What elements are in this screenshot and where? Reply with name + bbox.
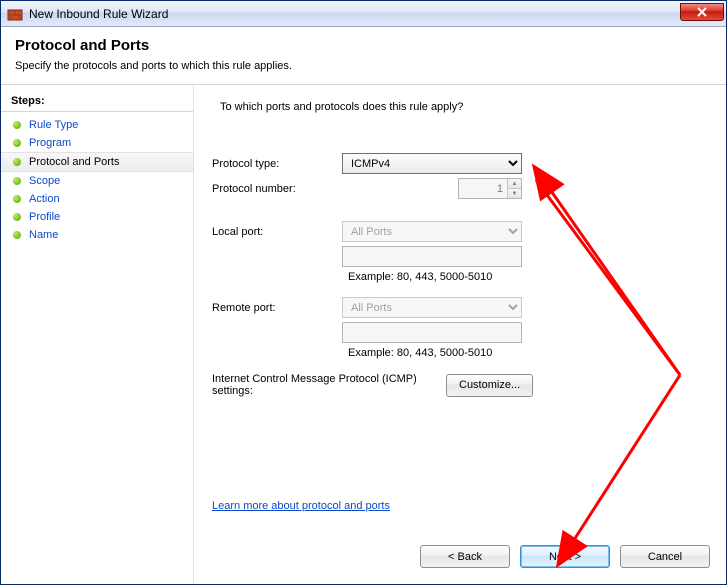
wizard-window: New Inbound Rule Wizard Protocol and Por…	[0, 0, 727, 585]
cancel-button[interactable]: Cancel	[620, 545, 710, 568]
step-bullet-icon	[13, 213, 21, 221]
local-port-select: All Ports	[342, 221, 522, 242]
sidebar-item[interactable]: Profile	[1, 208, 193, 226]
local-port-label: Local port:	[206, 226, 342, 238]
remote-port-input	[342, 322, 522, 343]
close-button[interactable]	[680, 3, 724, 21]
spinner-down-icon: ▼	[508, 189, 521, 198]
protocol-type-select[interactable]: ICMPv4	[342, 153, 522, 174]
protocol-number-label: Protocol number:	[206, 183, 342, 195]
sidebar-item[interactable]: Protocol and Ports	[1, 152, 193, 172]
window-title: New Inbound Rule Wizard	[29, 7, 168, 21]
sidebar-item[interactable]: Rule Type	[1, 116, 193, 134]
sidebar-item-label: Scope	[29, 175, 60, 187]
remote-port-example: Example: 80, 443, 5000-5010	[348, 347, 726, 359]
titlebar: New Inbound Rule Wizard	[1, 1, 726, 27]
steps-sidebar: Steps: Rule Type Program Protocol and Port…	[1, 85, 194, 584]
sidebar-item-label: Action	[29, 193, 60, 205]
remote-port-select: All Ports	[342, 297, 522, 318]
wizard-buttons: < Back Next > Cancel	[420, 545, 710, 568]
protocol-number-value: 1	[459, 183, 507, 195]
step-bullet-icon	[13, 231, 21, 239]
protocol-type-label: Protocol type:	[206, 158, 342, 170]
step-bullet-icon	[13, 177, 21, 185]
step-bullet-icon	[13, 139, 21, 147]
sidebar-item[interactable]: Action	[1, 190, 193, 208]
sidebar-item-label: Rule Type	[29, 119, 78, 131]
steps-heading: Steps:	[1, 91, 193, 112]
step-bullet-icon	[13, 195, 21, 203]
sidebar-item[interactable]: Program	[1, 134, 193, 152]
local-port-input	[342, 246, 522, 267]
sidebar-item-label: Protocol and Ports	[29, 156, 120, 168]
spinner-buttons: ▲ ▼	[507, 179, 521, 198]
page-title: Protocol and Ports	[15, 37, 712, 54]
wizard-body: Steps: Rule Type Program Protocol and Port…	[1, 85, 726, 584]
page-header: Protocol and Ports Specify the protocols…	[1, 27, 726, 85]
spinner-up-icon: ▲	[508, 179, 521, 189]
back-button[interactable]: < Back	[420, 545, 510, 568]
steps-list: Rule Type Program Protocol and Ports Scope A…	[1, 112, 193, 244]
step-bullet-icon	[13, 121, 21, 129]
sidebar-item-label: Profile	[29, 211, 60, 223]
prompt-text: To which ports and protocols does this r…	[220, 101, 726, 113]
sidebar-item-label: Name	[29, 229, 58, 241]
customize-button[interactable]: Customize...	[446, 374, 533, 397]
firewall-icon	[7, 6, 23, 22]
icmp-settings-label: Internet Control Message Protocol (ICMP)…	[212, 373, 446, 397]
step-bullet-icon	[13, 158, 21, 166]
page-subtitle: Specify the protocols and ports to which…	[15, 60, 712, 72]
sidebar-item[interactable]: Scope	[1, 172, 193, 190]
sidebar-item-label: Program	[29, 137, 71, 149]
close-icon	[697, 7, 707, 17]
learn-more-link[interactable]: Learn more about protocol and ports	[212, 500, 390, 512]
next-button[interactable]: Next >	[520, 545, 610, 568]
sidebar-item[interactable]: Name	[1, 226, 193, 244]
local-port-example: Example: 80, 443, 5000-5010	[348, 271, 726, 283]
protocol-number-spinner: 1 ▲ ▼	[458, 178, 522, 199]
content-panel: To which ports and protocols does this r…	[194, 85, 726, 584]
remote-port-label: Remote port:	[206, 302, 342, 314]
